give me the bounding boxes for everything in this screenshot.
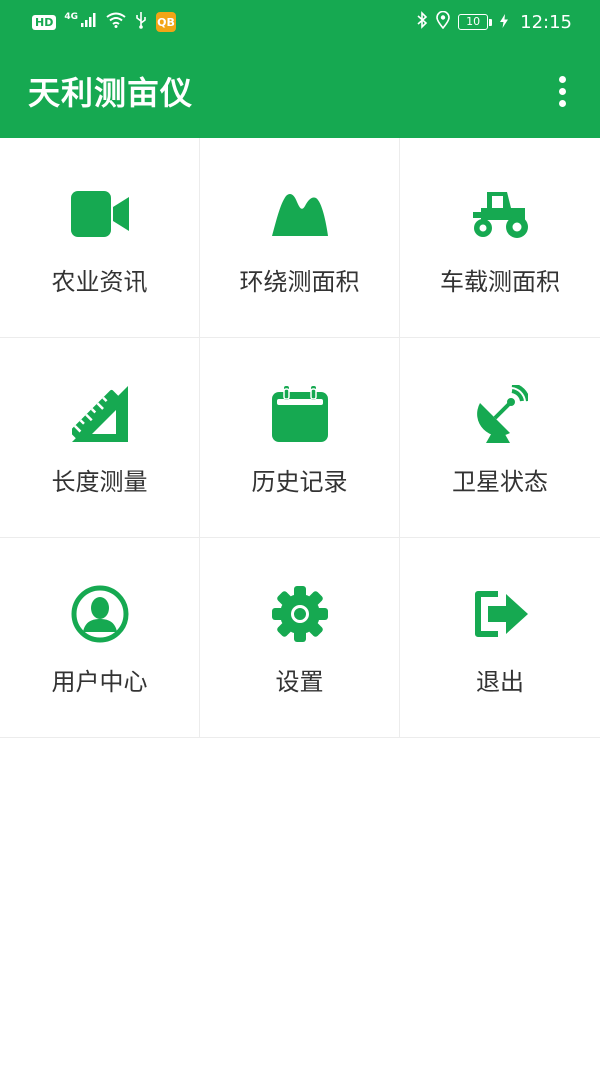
menu-item-label: 农业资讯 bbox=[51, 268, 148, 296]
more-dot bbox=[558, 87, 566, 95]
menu-item-label: 退出 bbox=[476, 668, 524, 696]
more-dot bbox=[558, 75, 566, 83]
menu-item-agri-news[interactable]: 农业资讯 bbox=[0, 138, 200, 338]
menu-item-label: 卫星状态 bbox=[452, 468, 548, 496]
user-circle-icon bbox=[70, 584, 130, 644]
menu-item-exit[interactable]: 退出 bbox=[400, 538, 600, 738]
battery-tip bbox=[489, 18, 493, 26]
more-options-icon[interactable] bbox=[550, 71, 574, 111]
ruler-icon bbox=[70, 384, 130, 444]
notification-app-icon: QB bbox=[156, 12, 176, 32]
menu-item-user-center[interactable]: 用户中心 bbox=[0, 538, 200, 738]
hd-badge: HD bbox=[32, 14, 57, 30]
usb-icon bbox=[134, 11, 148, 33]
status-right: 10 12:15 bbox=[416, 10, 572, 33]
network-label: 4G bbox=[64, 12, 78, 22]
menu-item-vehicle-area[interactable]: 车载测面积 bbox=[400, 138, 600, 338]
mountain-icon bbox=[270, 184, 330, 244]
menu-item-label: 车载测面积 bbox=[440, 268, 560, 296]
gear-icon bbox=[270, 584, 330, 644]
menu-item-label: 长度测量 bbox=[51, 468, 148, 496]
menu-item-settings[interactable]: 设置 bbox=[200, 538, 400, 738]
location-icon bbox=[436, 10, 450, 33]
menu-item-history[interactable]: 历史记录 bbox=[200, 338, 400, 538]
app-title: 天利测亩仪 bbox=[28, 74, 194, 112]
bluetooth-icon bbox=[416, 11, 428, 33]
exit-icon bbox=[470, 584, 530, 644]
more-dot bbox=[558, 99, 566, 107]
app-bar: 天利测亩仪 bbox=[0, 44, 600, 138]
menu-grid: 农业资讯 环绕测面积 车载测面积 长度测量 历史记录 卫星状态 用户中心 设置 … bbox=[0, 138, 600, 738]
menu-item-label: 历史记录 bbox=[251, 468, 348, 496]
clock: 12:15 bbox=[520, 11, 572, 33]
satellite-dish-icon bbox=[470, 384, 530, 444]
menu-item-surround-area[interactable]: 环绕测面积 bbox=[200, 138, 400, 338]
status-bar: HD 4G QB 10 12:15 bbox=[0, 0, 600, 44]
video-camera-icon bbox=[70, 184, 130, 244]
charging-icon bbox=[500, 13, 509, 32]
battery-level: 10 bbox=[458, 14, 489, 30]
tractor-icon bbox=[470, 184, 530, 244]
signal-icon bbox=[80, 12, 98, 32]
wifi-icon bbox=[106, 12, 126, 32]
menu-item-label: 环绕测面积 bbox=[239, 268, 360, 296]
calendar-icon bbox=[270, 384, 330, 444]
menu-item-label: 用户中心 bbox=[51, 668, 148, 696]
menu-item-length[interactable]: 长度测量 bbox=[0, 338, 200, 538]
menu-item-label: 设置 bbox=[275, 668, 324, 696]
status-left: HD 4G QB bbox=[32, 11, 176, 33]
menu-item-satellite[interactable]: 卫星状态 bbox=[400, 338, 600, 538]
battery-indicator: 10 bbox=[458, 14, 493, 30]
